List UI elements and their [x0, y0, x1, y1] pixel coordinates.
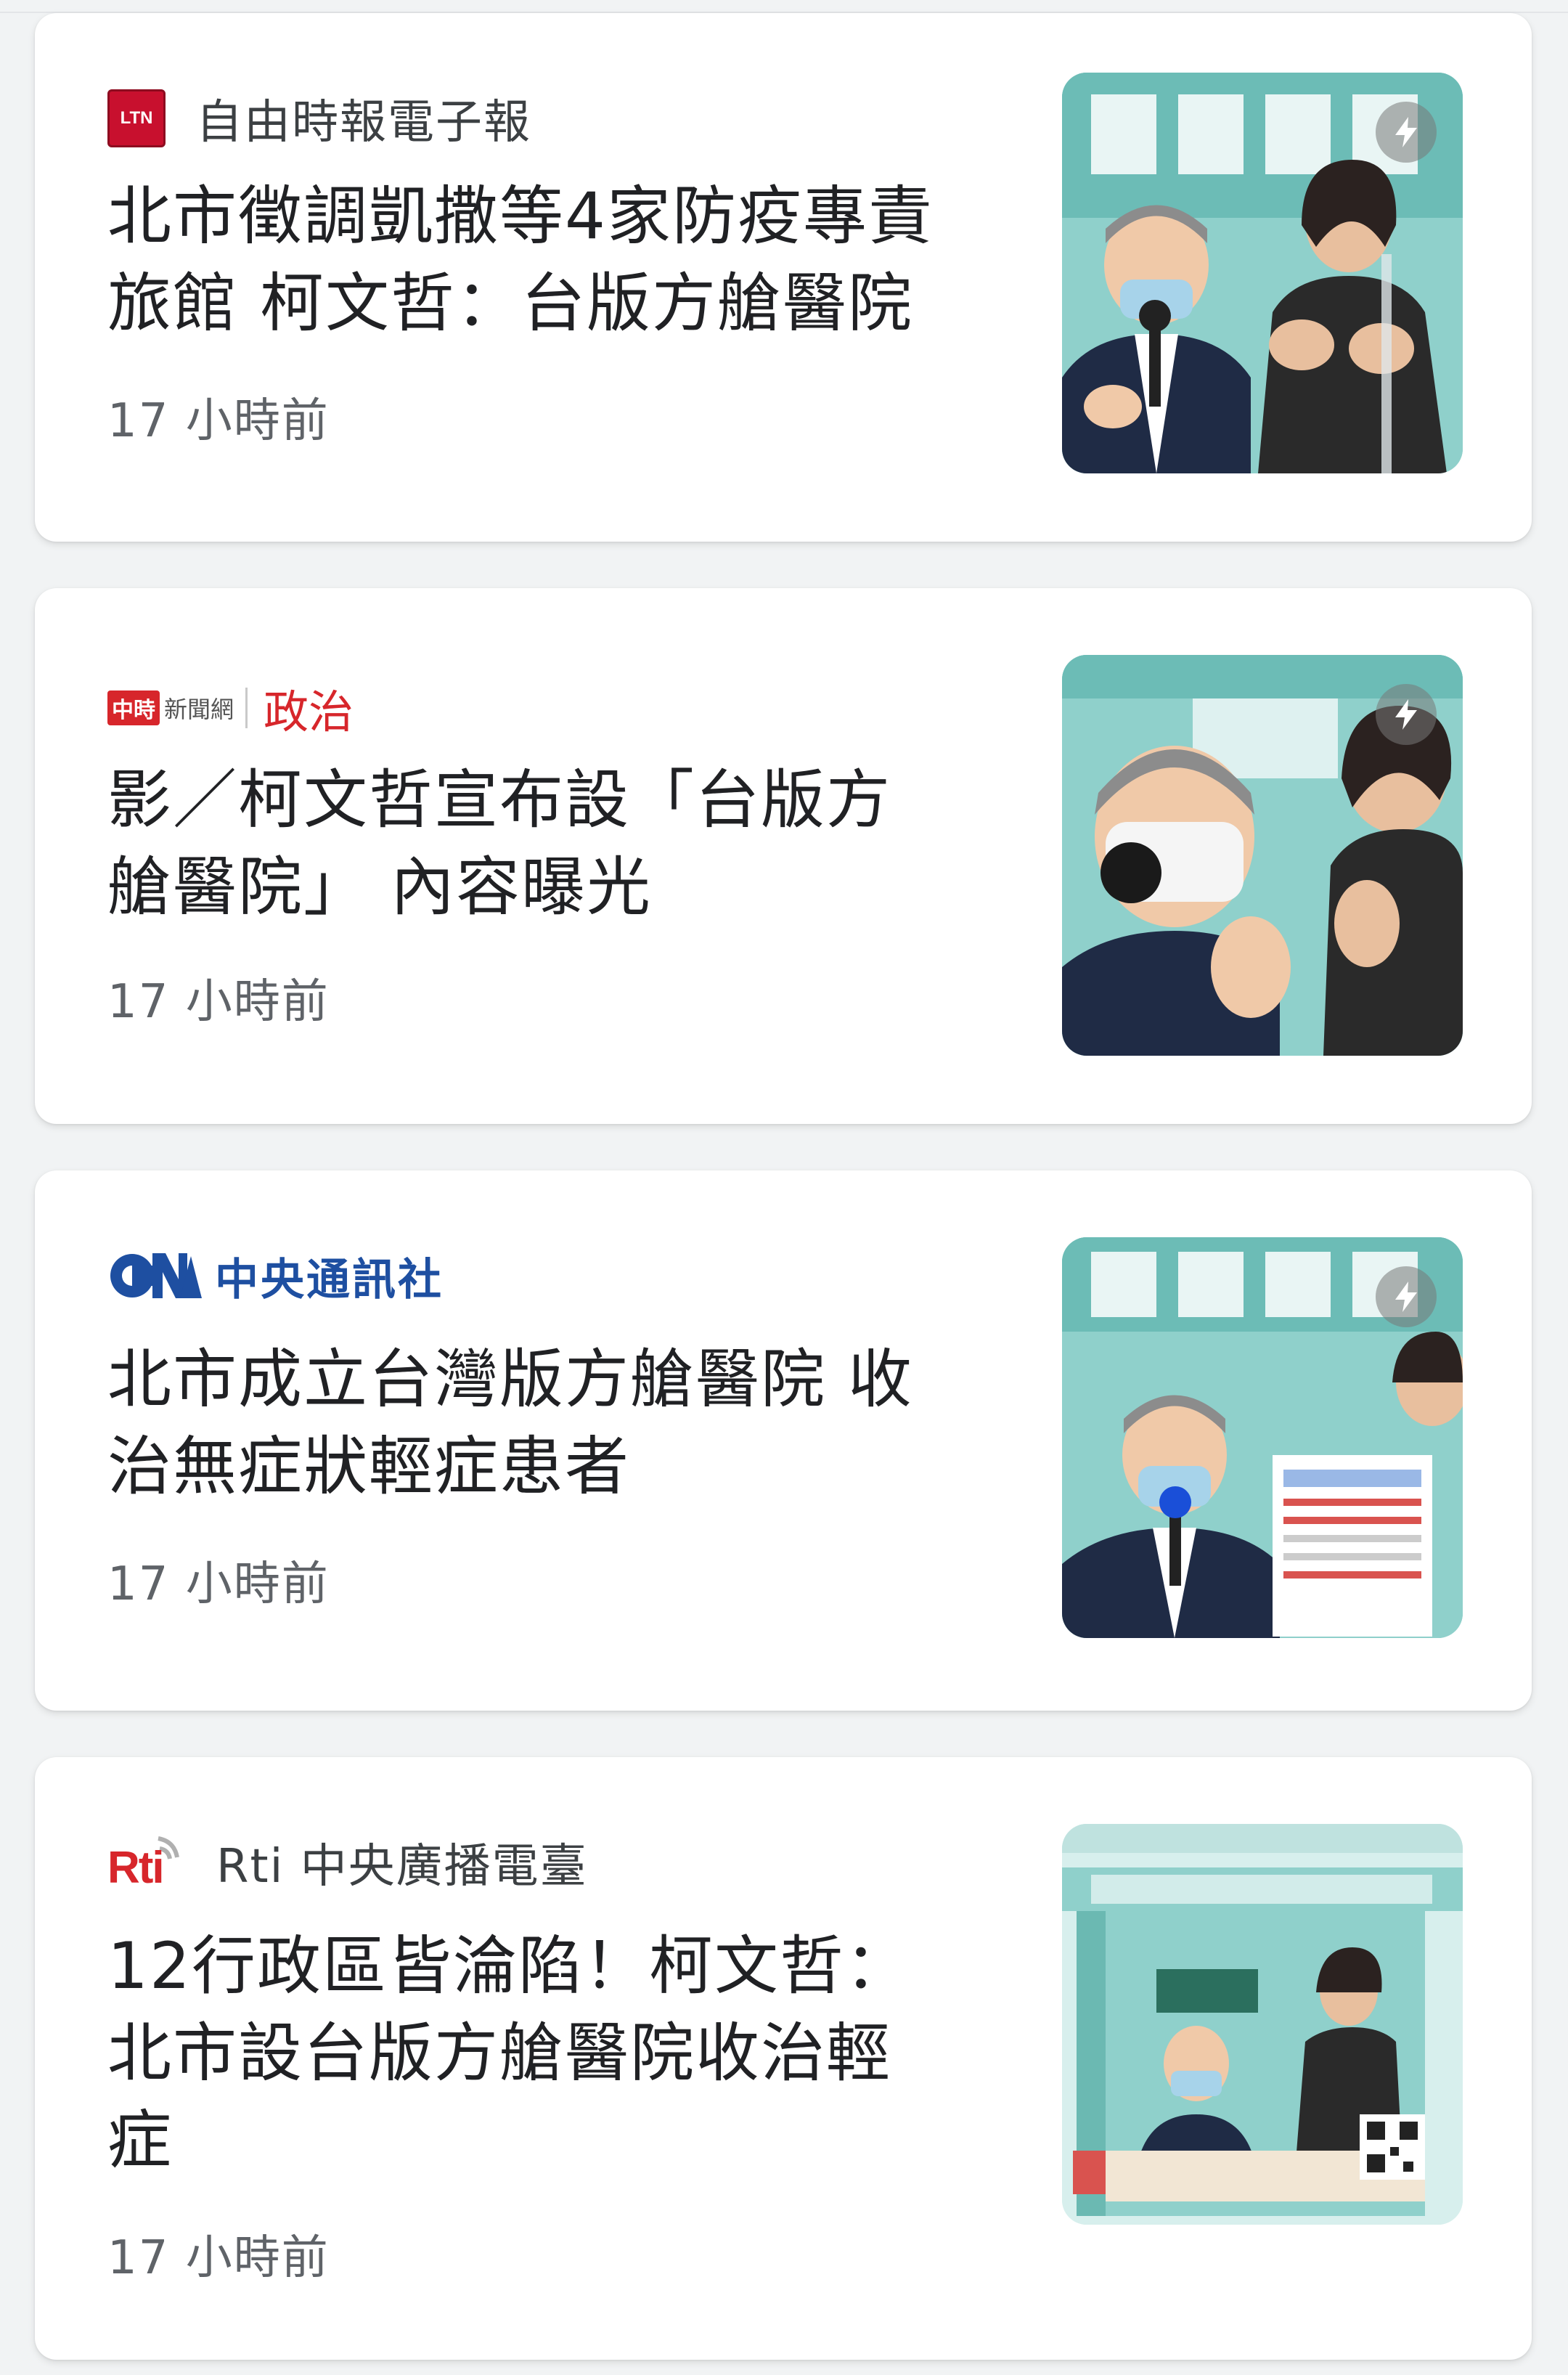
- amp-lightning-icon: [1376, 1266, 1437, 1327]
- ltn-logo-text: LTN: [120, 108, 153, 128]
- headline-line: 北市徵調凱撒等4家防疫專責: [107, 179, 934, 253]
- headline[interactable]: 影／柯文哲宣布設「台版方 艙醫院」 內容曝光: [107, 757, 1051, 931]
- headline[interactable]: 北市成立台灣版方艙醫院 收 治無症狀輕症患者: [107, 1336, 1051, 1510]
- headline-line: 12行政區皆淪陷！柯文哲：: [107, 1928, 910, 2003]
- timestamp: 17 小時前: [107, 975, 330, 1029]
- timestamp: 17 小時前: [107, 2231, 330, 2285]
- chinatimes-logo-icon: 中時 新聞網: [107, 688, 255, 728]
- rti-logo-icon: Rti: [107, 1831, 187, 1894]
- chinatimes-logo-box: 中時: [107, 690, 160, 725]
- cna-logo-icon: [107, 1250, 202, 1301]
- source-row: 中央通訊社: [107, 1243, 444, 1308]
- headline-line: 北市成立台灣版方艙醫院 收: [107, 1342, 913, 1417]
- news-card-1[interactable]: LTN 自由時報電子報 北市徵調凱撒等4家防疫專責 旅館 柯文哲：台版方艙醫院 …: [35, 13, 1532, 542]
- headline-line: 艙醫院」 內容曝光: [107, 850, 652, 924]
- source-name: 中央通訊社: [215, 1254, 444, 1305]
- headline-line: 治無症狀輕症患者: [107, 1429, 631, 1504]
- headline-line: 影／柯文哲宣布設「台版方: [107, 762, 892, 837]
- source-name: 自由時報電子報: [196, 96, 531, 150]
- amp-lightning-icon: [1376, 684, 1437, 745]
- ltn-logo-icon: LTN: [107, 89, 166, 147]
- source-row: Rti Rti 中央廣播電臺: [107, 1830, 588, 1895]
- news-card-4[interactable]: Rti Rti 中央廣播電臺 12行政區皆淪陷！柯文哲： 北市設台版方艙醫院收治…: [35, 1757, 1532, 2360]
- news-card-2[interactable]: 中時 新聞網 政治 影／柯文哲宣布設「台版方 艙醫院」 內容曝光 17 小時前: [35, 588, 1532, 1124]
- source-section: 政治: [264, 685, 354, 738]
- headline-line: 北市設台版方艙醫院收治輕: [107, 2016, 892, 2090]
- headline-line: 旅館 柯文哲：台版方艙醫院: [107, 266, 913, 341]
- headline[interactable]: 12行政區皆淪陷！柯文哲： 北市設台版方艙醫院收治輕 症: [107, 1923, 1051, 2184]
- amp-lightning-icon: [1376, 102, 1437, 163]
- timestamp: 17 小時前: [107, 394, 330, 448]
- article-thumbnail[interactable]: [1062, 655, 1463, 1056]
- rti-logo-text: Rti: [107, 1843, 165, 1893]
- article-thumbnail[interactable]: [1062, 1824, 1463, 2225]
- headline[interactable]: 北市徵調凱撒等4家防疫專責 旅館 柯文哲：台版方艙醫院: [107, 173, 1051, 347]
- news-card-3[interactable]: 中央通訊社 北市成立台灣版方艙醫院 收 治無症狀輕症患者 17 小時前: [35, 1170, 1532, 1711]
- article-thumbnail[interactable]: [1062, 1237, 1463, 1638]
- source-name: Rti 中央廣播電臺: [216, 1840, 588, 1894]
- thumbnail-photo: [1062, 1824, 1463, 2225]
- logo-divider: [245, 688, 248, 728]
- timestamp: 17 小時前: [107, 1557, 330, 1611]
- feed-top-edge: [0, 0, 1568, 13]
- chinatimes-logo-text: 新聞網: [164, 696, 234, 723]
- headline-line: 症: [107, 2103, 173, 2178]
- article-thumbnail[interactable]: [1062, 73, 1463, 473]
- source-row: 中時 新聞網 政治: [107, 675, 354, 741]
- source-row: LTN 自由時報電子報: [107, 86, 531, 151]
- news-feed: LTN 自由時報電子報 北市徵調凱撒等4家防疫專責 旅館 柯文哲：台版方艙醫院 …: [0, 0, 1568, 2375]
